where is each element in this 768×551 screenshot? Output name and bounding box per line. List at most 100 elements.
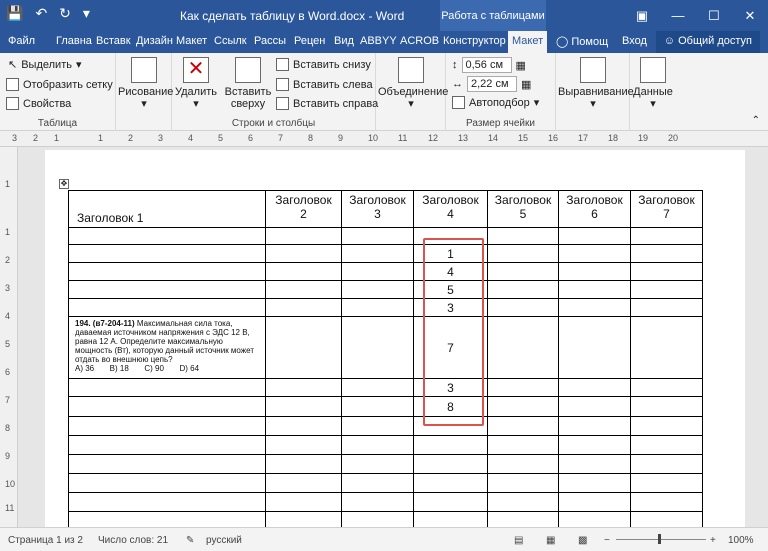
tab-references[interactable]: Ссылк bbox=[214, 35, 247, 47]
gridlines-button[interactable]: Отобразить сетку bbox=[6, 78, 113, 91]
zoom-in-icon[interactable]: + bbox=[710, 535, 716, 546]
insert-left-button[interactable]: Вставить слева bbox=[276, 78, 373, 91]
distribute-rows-icon[interactable]: ▦ bbox=[516, 59, 526, 72]
share-button[interactable]: ☺ Общий доступ bbox=[655, 31, 760, 53]
merge-button[interactable]: Объединение ▾ bbox=[378, 57, 448, 110]
group-table: ↖ Выделить ▾ Отобразить сетку Свойства Таб… bbox=[0, 53, 116, 131]
column-width-input[interactable]: 2,22 см bbox=[467, 76, 517, 92]
word-count[interactable]: Число слов: 21 bbox=[98, 535, 168, 546]
zoom-slider[interactable] bbox=[616, 539, 706, 540]
print-layout-icon[interactable]: ▦ bbox=[546, 535, 555, 546]
context-tab-group: Работа с таблицами bbox=[440, 0, 546, 31]
group-label-rows-columns: Строки и столбцы bbox=[231, 118, 316, 129]
grid-icon bbox=[6, 78, 19, 91]
web-layout-icon[interactable]: ▩ bbox=[578, 535, 587, 546]
save-icon[interactable]: 💾 bbox=[6, 5, 23, 22]
ruler-number: 5 bbox=[5, 339, 11, 349]
help-search[interactable]: ◯ Помощ bbox=[556, 35, 608, 48]
maximize-icon[interactable]: ☐ bbox=[696, 0, 732, 31]
ruler-number: 3 bbox=[5, 283, 11, 293]
data-button[interactable]: Данные ▾ bbox=[632, 57, 674, 110]
window-title: Как сделать таблицу в Word.docx - Word bbox=[180, 9, 405, 23]
insert-below-icon bbox=[276, 58, 289, 71]
ruler-number: 14 bbox=[488, 133, 499, 143]
cursor-icon: ↖ bbox=[8, 59, 18, 71]
undo-icon[interactable]: ↶ bbox=[35, 5, 47, 22]
col4-cell[interactable] bbox=[413, 492, 488, 512]
header-cell-7[interactable]: Заголовок 7 bbox=[630, 190, 703, 228]
minimize-icon[interactable]: — bbox=[660, 0, 696, 31]
ruler-number: 18 bbox=[608, 133, 619, 143]
tab-acrobat[interactable]: ACROB bbox=[400, 35, 439, 47]
group-label-table: Таблица bbox=[37, 118, 78, 129]
tab-insert[interactable]: Вставк bbox=[96, 35, 131, 47]
header-cell-4[interactable]: Заголовок 4 bbox=[413, 190, 488, 228]
ribbon-options-icon[interactable]: ▣ bbox=[624, 0, 660, 31]
tab-layout[interactable]: Макет bbox=[176, 35, 207, 47]
ruler-number: 11 bbox=[398, 133, 408, 143]
header-cell-6[interactable]: Заголовок 6 bbox=[558, 190, 631, 228]
tab-table-design[interactable]: Конструктор bbox=[443, 35, 506, 47]
tab-file[interactable]: Файл bbox=[8, 35, 35, 47]
row-height-input[interactable]: 0,56 см bbox=[461, 57, 512, 73]
close-icon[interactable]: ✕ bbox=[732, 0, 768, 31]
customize-icon[interactable]: ▾ bbox=[83, 5, 90, 22]
col4-cell[interactable] bbox=[413, 473, 488, 493]
collapse-ribbon-icon[interactable]: ⌃ bbox=[752, 115, 760, 126]
tab-design[interactable]: Дизайн bbox=[136, 35, 173, 47]
proofing-icon[interactable]: ✎ bbox=[186, 535, 194, 546]
zoom-slider-thumb[interactable] bbox=[658, 534, 661, 544]
redo-icon[interactable]: ↻ bbox=[59, 5, 71, 22]
insert-above-button[interactable]: Вставить сверху bbox=[222, 57, 274, 110]
header-cell-3[interactable]: Заголовок 3 bbox=[341, 190, 414, 228]
tab-home[interactable]: Главна bbox=[56, 35, 92, 47]
table-move-handle-icon[interactable]: ✥ bbox=[59, 179, 69, 189]
insert-right-button[interactable]: Вставить справа bbox=[276, 97, 378, 110]
tab-table-layout[interactable]: Макет bbox=[508, 31, 548, 53]
tab-view[interactable]: Вид bbox=[334, 35, 354, 47]
ruler-number: 20 bbox=[668, 133, 679, 143]
horizontal-ruler[interactable]: 3 2 1 1 2 3 4 5 6 7 8 9 10 11 12 13 14 1… bbox=[0, 131, 768, 147]
col4-cell[interactable] bbox=[413, 454, 488, 474]
properties-icon bbox=[6, 97, 19, 110]
ruler-number: 1 bbox=[5, 227, 11, 237]
table-row bbox=[68, 492, 703, 512]
insert-below-button[interactable]: Вставить снизу bbox=[276, 58, 371, 71]
select-button[interactable]: ↖ Выделить ▾ bbox=[8, 58, 82, 72]
ribbon-tabs: Файл Главна Вставк Дизайн Макет Ссылк Ра… bbox=[0, 31, 768, 53]
header-cell-5[interactable]: Заголовок 5 bbox=[487, 190, 559, 228]
delete-button[interactable]: ✕ Удалить ▾ bbox=[174, 57, 218, 110]
draw-button[interactable]: Рисование ▾ bbox=[118, 57, 173, 110]
question-cell[interactable]: 194. (в7-204-11) Максимальная сила тока,… bbox=[68, 316, 266, 379]
alignment-button[interactable]: Выравнивание ▾ bbox=[558, 57, 634, 110]
ruler-number: 9 bbox=[5, 451, 11, 461]
ruler-number: 8 bbox=[5, 423, 11, 433]
col4-cell[interactable] bbox=[413, 435, 488, 455]
properties-button[interactable]: Свойства bbox=[6, 97, 71, 110]
data-icon bbox=[640, 57, 666, 83]
page-count[interactable]: Страница 1 из 2 bbox=[8, 535, 83, 546]
ruler-number: 1 bbox=[5, 179, 11, 189]
table-row: 1 bbox=[68, 244, 703, 263]
highlight-box bbox=[423, 238, 484, 426]
person-icon: ☺ bbox=[663, 35, 676, 47]
header-cell-1[interactable]: Заголовок 1 bbox=[68, 190, 266, 228]
merge-cells-icon bbox=[398, 57, 424, 83]
group-rows-columns: ✕ Удалить ▾ Вставить сверху Вставить снизу … bbox=[172, 53, 378, 131]
tab-abbyy[interactable]: ABBYY bbox=[360, 35, 397, 47]
autofit-button[interactable]: Автоподбор ▾ bbox=[452, 96, 539, 109]
header-cell-2[interactable]: Заголовок 2 bbox=[265, 190, 342, 228]
vertical-ruler[interactable]: 1 1 2 3 4 5 6 7 8 9 10 11 bbox=[0, 147, 18, 527]
zoom-out-icon[interactable]: − bbox=[604, 535, 610, 546]
zoom-level[interactable]: 100% bbox=[728, 535, 754, 546]
distribute-columns-icon[interactable]: ▦ bbox=[521, 78, 531, 91]
tab-mailings[interactable]: Рассы bbox=[254, 35, 286, 47]
table-row: 3 bbox=[68, 378, 703, 397]
document-table[interactable]: Заголовок 1 Заголовок 2 Заголовок 3 Заголо… bbox=[68, 190, 703, 531]
ruler-number: 15 bbox=[518, 133, 529, 143]
ruler-number: 2 bbox=[33, 133, 39, 143]
tab-review[interactable]: Рецен bbox=[294, 35, 325, 47]
read-mode-icon[interactable]: ▤ bbox=[514, 535, 523, 546]
language[interactable]: русский bbox=[206, 535, 242, 546]
signin-link[interactable]: Вход bbox=[622, 35, 647, 47]
